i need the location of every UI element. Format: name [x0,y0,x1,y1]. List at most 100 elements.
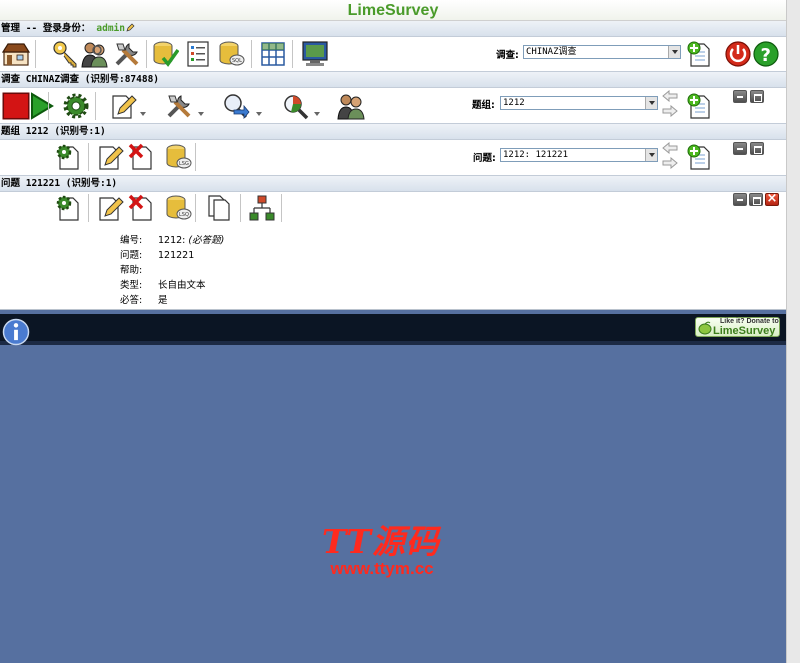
survey-select[interactable]: CHINAZ调查 [523,45,681,59]
footer [0,314,786,341]
template-editor-icon[interactable] [184,40,212,68]
chevron-down-icon[interactable] [256,112,262,116]
question-bar: 问题 121221 (识别号:1) [0,176,786,192]
detail-row-question: 问题: 121221 [120,247,194,262]
admin-toolbar: SQL 调查: CHINAZ调查 ? [0,37,786,72]
previous-group-arrow-icon[interactable] [662,89,678,103]
separator [292,40,293,68]
previous-question-arrow-icon[interactable] [662,141,678,155]
chevron-down-icon[interactable] [198,112,204,116]
group-select-value: 1212 [503,98,525,108]
separator [195,194,196,222]
detail-value: 121221 [158,250,195,261]
separator [95,92,96,120]
question-select-value: 1212: 121221 [503,150,569,160]
separator [281,194,282,222]
chevron-down-icon[interactable] [668,46,680,58]
export-group-icon[interactable]: LSG [164,143,192,171]
delete-group-icon[interactable] [128,143,156,171]
add-group-icon[interactable] [686,92,714,120]
group-settings-icon[interactable] [54,143,82,171]
help-icon[interactable]: ? [752,40,780,68]
survey-bar: 调查 CHINAZ调查 (识别号:87488) [0,72,786,88]
separator [88,143,89,171]
survey-select-value: CHINAZ调查 [526,47,577,57]
info-icon[interactable] [2,318,30,346]
edit-survey-icon[interactable] [110,92,138,120]
edit-question-icon[interactable] [97,194,125,222]
global-settings-icon[interactable] [113,40,141,68]
detail-key: 编号: [120,235,143,246]
watermark-title: TT源码 [322,522,440,561]
export-question-icon[interactable]: LSQ [164,194,192,222]
next-group-arrow-icon[interactable] [662,104,678,118]
copy-question-icon[interactable] [205,194,233,222]
user-groups-icon[interactable] [80,40,108,68]
separator [88,194,89,222]
conditions-icon[interactable] [248,194,276,222]
footer-divider [0,341,786,345]
close-button[interactable] [765,191,779,206]
template-screen-icon[interactable] [301,40,329,68]
logout-icon[interactable] [724,40,752,68]
question-bar-label: 问题 121221 (识别号:1) [1,178,118,189]
export-icon[interactable] [222,92,250,120]
question-settings-icon[interactable] [54,194,82,222]
svg-text:SQL: SQL [232,58,242,64]
donate-line1: Like it? Donate to [720,318,779,325]
participants-icon[interactable] [337,92,365,120]
add-survey-icon[interactable] [686,40,714,68]
chevron-down-icon[interactable] [645,97,657,109]
maximize-button[interactable] [750,90,764,103]
browse-responses-icon[interactable] [281,92,309,120]
separator [240,194,241,222]
minimize-button[interactable] [733,90,747,103]
backup-database-icon[interactable]: SQL [217,40,245,68]
home-icon[interactable] [2,40,30,68]
group-select[interactable]: 1212 [500,96,658,110]
chevron-down-icon[interactable] [645,149,657,161]
minimize-button[interactable] [733,142,747,155]
admin-bar: 管理 -- 登录身份： admin [0,21,786,37]
separator [195,143,196,171]
group-bar-label: 题组 1212 (识别号:1) [1,126,106,137]
keys-icon[interactable] [52,40,80,68]
check-data-icon[interactable] [151,40,179,68]
detail-key: 帮助: [120,265,143,276]
separator [251,40,252,68]
detail-value: 是 [158,295,168,306]
maximize-button[interactable] [750,142,764,155]
delete-question-icon[interactable] [128,194,156,222]
detail-key: 问题: [120,250,143,261]
svg-text:LSG: LSG [179,161,189,167]
question-select[interactable]: 1212: 121221 [500,148,658,162]
minimize-button[interactable] [733,193,747,206]
chevron-down-icon[interactable] [314,112,320,116]
question-details: 编号: 1212: (必答题) 问题: 121221 帮助: 类型: 长自由文本 必答… [0,228,786,310]
group-select-label: 题组: [472,100,495,111]
detail-key: 必答: [120,295,143,306]
next-question-arrow-icon[interactable] [662,156,678,170]
activate-icon[interactable] [28,92,54,120]
tools-icon[interactable] [165,92,193,120]
labels-grid-icon[interactable] [259,40,287,68]
vertical-scrollbar[interactable] [786,0,800,663]
detail-row-code: 编号: 1212: (必答题) [120,232,224,247]
pencil-icon[interactable] [126,22,135,32]
maximize-button[interactable] [749,193,763,206]
survey-select-label: 调查: [496,50,519,61]
donate-button[interactable]: Like it? Donate to LimeSurvey [695,317,780,337]
add-question-icon[interactable] [686,143,714,171]
app-frame: LimeSurvey 管理 -- 登录身份： admin SQL 调查: CHI… [0,0,786,663]
survey-toolbar: 题组: 1212 [0,88,786,124]
chevron-down-icon[interactable] [140,112,146,116]
separator [35,40,36,68]
stop-survey-icon[interactable] [2,92,30,120]
detail-value: 长自由文本 [158,280,206,291]
username: admin [96,23,125,34]
survey-settings-icon[interactable] [62,92,90,120]
edit-group-icon[interactable] [97,143,125,171]
detail-value: 1212: [158,235,186,246]
detail-row-type: 类型: 长自由文本 [120,277,206,292]
detail-row-help: 帮助: [120,262,158,277]
